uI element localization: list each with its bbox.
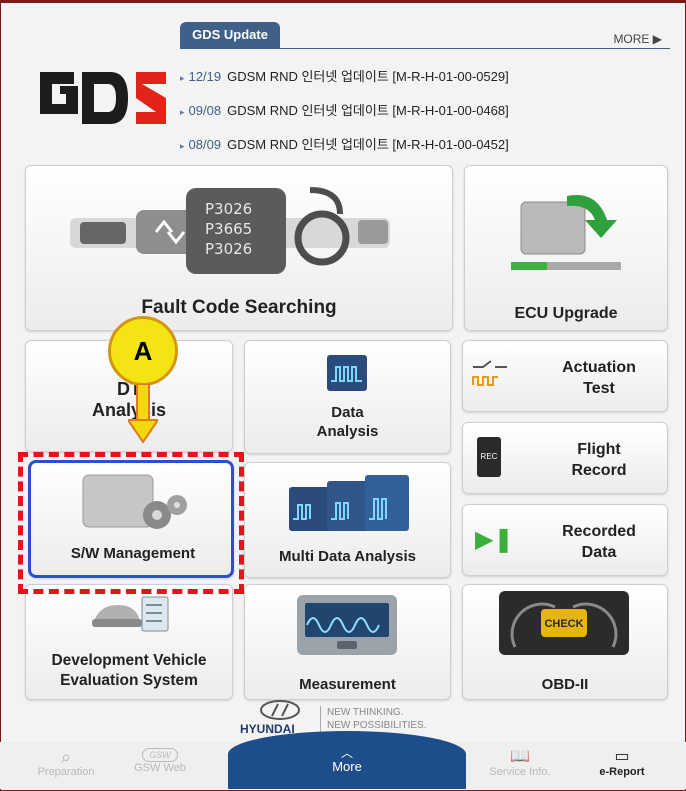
ecu-upgrade-icon [511,195,621,270]
highlight-box [18,452,244,594]
nav-more-label: More [332,759,362,774]
vehicle-checklist-icon [92,596,169,632]
check-engine-icon: CHECK [499,591,629,655]
rec-icon: REC [477,437,501,477]
nav-more[interactable]: ︿ More [228,731,466,789]
book-icon: 📖 [510,748,530,765]
multi-data-label: Multi Data Analysis [279,548,416,565]
svg-text:P3026: P3026 [205,200,252,218]
data-analysis-line1: Data [331,404,364,421]
fault-code-icon: P3026 P3665 P3026 [70,187,390,274]
nav-preparation[interactable]: ⌕ Preparation [26,748,106,778]
news-item[interactable]: ▸ 09/08 GDSM RND 인터넷 업데이트 [M-R-H-01-00-046… [180,94,660,128]
multi-data-analysis-tile[interactable]: Multi Data Analysis [244,462,451,578]
measurement-tile[interactable]: Measurement [244,584,451,700]
recorded-data-label: Recorded Data [537,521,661,563]
actuation-line2: Test [583,380,615,397]
play-pause-icon: ▶❚ [475,526,514,553]
actuation-line1: Actuation [562,359,636,376]
nav-e-report-label: e-Report [599,766,645,778]
recorded-data-tile[interactable]: ▶❚ Recorded Data [462,504,668,576]
obd-ii-label: OBD-II [541,676,589,693]
actuation-test-tile[interactable]: Actuation Test [462,340,668,412]
fault-code-searching-tile[interactable]: P3026 P3665 P3026 Fault Code Searching [25,165,453,331]
bullet-icon: ▸ [180,73,185,83]
nav-preparation-label: Preparation [37,766,95,778]
data-analysis-tile[interactable]: Data Analysis [244,340,451,454]
data-analysis-label: Data Analysis [245,403,450,441]
ecu-upgrade-label: ECU Upgrade [514,305,618,322]
flight-record-line2: Record [571,462,627,479]
gsw-icon: GSW [142,748,178,762]
obd-ii-tile[interactable]: CHECK OBD-II [462,584,668,700]
header: GDS Update MORE ▶ ▸ 12/19 GDSM RND 인터넷 업데이… [22,22,670,162]
e-report-icon: ▭ [614,748,630,765]
nav-gsw-web[interactable]: GSW GSW Web [120,748,200,774]
hyundai-logo-icon [260,700,300,720]
preparation-icon: ⌕ [60,747,72,767]
flight-record-label: Flight Record [537,439,661,481]
news-list: ▸ 12/19 GDSM RND 인터넷 업데이트 [M-R-H-01-00-052… [180,60,660,162]
svg-text:CHECK: CHECK [544,618,583,630]
callout-a: A [108,316,178,386]
actuation-icon [472,360,507,386]
news-item[interactable]: ▸ 08/09 GDSM RND 인터넷 업데이트 [M-R-H-01-00-045… [180,128,660,162]
divider [180,48,670,49]
slogan-line1: NEW THINKING. [327,707,404,718]
nav-service-info[interactable]: 📖 Service Info. [480,748,560,778]
more-link[interactable]: MORE ▶ [613,32,662,46]
bullet-icon: ▸ [180,141,185,151]
slogan: NEW THINKING. NEW POSSIBILITIES. [320,706,426,732]
bullet-icon: ▸ [180,107,185,117]
news-text: GDSM RND 인터넷 업데이트 [M-R-H-01-00-0468] [227,103,509,118]
data-analysis-line2: Analysis [316,423,379,440]
chevron-up-icon: ︿ [340,746,353,760]
recorded-data-line1: Recorded [562,523,636,540]
waveform-icon [327,355,367,391]
nav-e-report[interactable]: ▭ e-Report [582,748,662,778]
gds-logo [40,72,166,124]
flight-record-line1: Flight [577,441,621,458]
news-date: 08/09 [188,137,222,152]
multi-waveform-icon [289,475,409,531]
recorded-data-line2: Data [581,544,617,561]
svg-text:P3026: P3026 [205,240,252,258]
measurement-label: Measurement [299,676,396,693]
flight-record-tile[interactable]: REC Flight Record [462,422,668,494]
dev-vehicle-line2: Evaluation System [60,672,198,689]
news-date: 12/19 [188,69,222,84]
actuation-label: Actuation Test [537,357,661,399]
news-date: 09/08 [188,103,222,118]
news-text: GDSM RND 인터넷 업데이트 [M-R-H-01-00-0529] [227,69,509,84]
news-item[interactable]: ▸ 12/19 GDSM RND 인터넷 업데이트 [M-R-H-01-00-052… [180,60,660,94]
gds-update-tab[interactable]: GDS Update [180,22,280,48]
news-text: GDSM RND 인터넷 업데이트 [M-R-H-01-00-0452] [227,137,509,152]
fault-code-label: Fault Code Searching [141,297,337,318]
dev-vehicle-line1: Development Vehicle [51,652,207,669]
development-vehicle-tile[interactable]: Development Vehicle Evaluation System [25,584,233,700]
development-vehicle-label: Development Vehicle Evaluation System [26,651,232,691]
ecu-upgrade-tile[interactable]: ECU Upgrade [464,165,668,331]
nav-gsw-label: GSW Web [134,762,186,774]
nav-service-info-label: Service Info. [489,766,551,778]
arrow-down-icon [128,384,158,444]
svg-text:P3665: P3665 [205,220,252,238]
measurement-icon [297,595,397,655]
